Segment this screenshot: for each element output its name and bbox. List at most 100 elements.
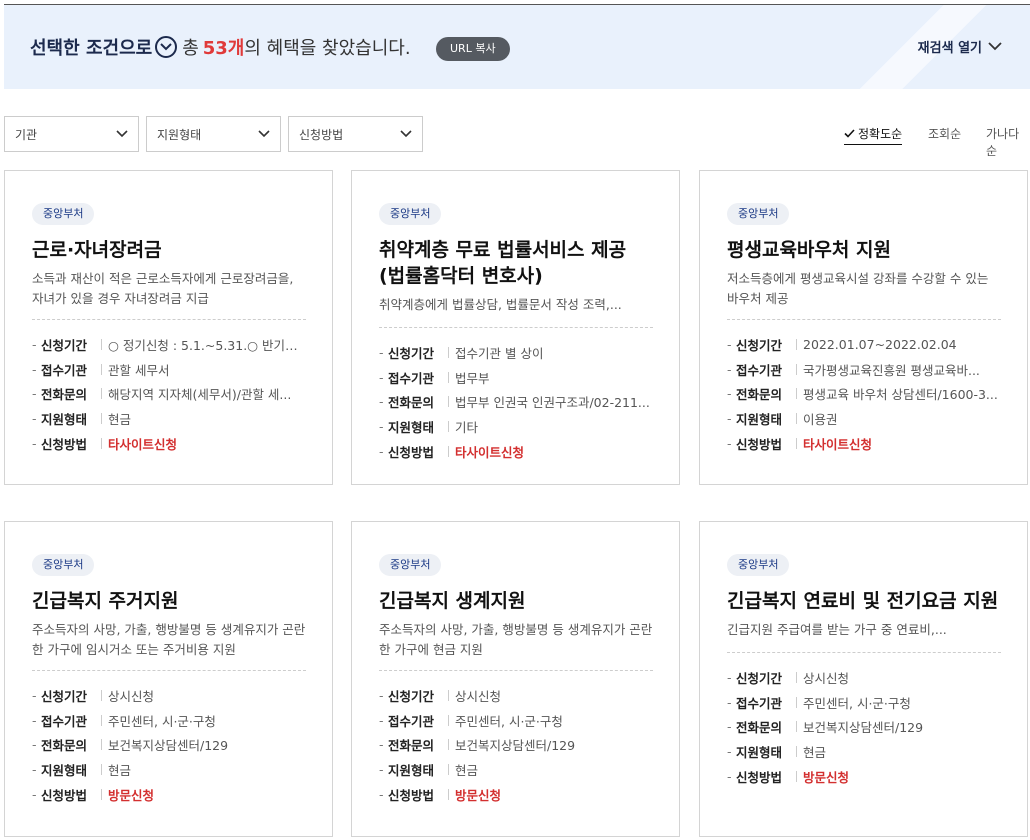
filter-select-support-type[interactable]: 지원형태 <box>146 116 281 152</box>
info-label: 접수기관 <box>41 362 88 378</box>
info-label: 지원형태 <box>388 763 435 779</box>
bullet-dash: - <box>727 336 732 352</box>
info-label: 전화문의 <box>388 395 435 411</box>
bullet-dash: - <box>727 386 732 402</box>
info-value: 관할 세무서 <box>108 362 170 378</box>
research-toggle-button[interactable]: 재검색 열기 <box>918 37 1002 56</box>
summary-lead: 선택한 조건으로 <box>30 38 153 59</box>
card-divider <box>379 327 653 328</box>
separator <box>101 689 102 701</box>
card-title: 긴급복지 주거지원 <box>32 590 179 612</box>
separator <box>448 789 449 801</box>
info-value: 방문신청 <box>108 788 155 804</box>
info-row: - 전화문의 해당지역 지자체(세무서)/관할 세... <box>32 382 306 407</box>
info-row: - 신청기간 2022.01.07~2022.02.04 <box>727 332 1001 357</box>
benefit-card[interactable]: 중앙부처 평생교육바우처 지원 저소득층에게 평생교육시설 강좌를 수강할 수 있는… <box>699 170 1028 485</box>
info-row: - 접수기관 국가평생교육진흥원 평생교육바... <box>727 357 1001 382</box>
info-row: - 전화문의 법무부 인권국 인권구조과/02-211... <box>379 390 653 415</box>
info-label: 신청방법 <box>388 445 435 461</box>
card-divider <box>32 319 306 320</box>
info-value: 접수기관 별 상이 <box>455 345 544 361</box>
sort-label: 가나다순 <box>986 127 1020 158</box>
info-label: 접수기관 <box>388 370 435 386</box>
bullet-dash: - <box>727 744 732 760</box>
info-row: - 접수기관 주민센터, 시·군·구청 <box>727 690 1001 715</box>
info-value: 현금 <box>108 412 132 428</box>
info-label: 전화문의 <box>41 738 88 754</box>
benefit-card[interactable]: 중앙부처 긴급복지 연료비 및 전기요금 지원 긴급지원 주급여를 받는 가구 중 … <box>699 521 1028 837</box>
separator <box>101 338 102 350</box>
bullet-dash: - <box>727 669 732 685</box>
info-label: 신청기간 <box>388 688 435 704</box>
category-badge: 중앙부처 <box>379 203 442 225</box>
info-row: - 전화문의 보건복지상담센터/129 <box>727 715 1001 740</box>
benefit-card[interactable]: 중앙부처 취약계층 무료 법률서비스 제공 (법률홈닥터 변호사) 취약계층에게 법… <box>351 170 680 485</box>
chevron-down-icon <box>116 130 128 138</box>
bullet-dash: - <box>727 361 732 377</box>
sort-label: 조회순 <box>928 127 962 141</box>
benefit-card[interactable]: 중앙부처 긴급복지 생계지원 주소득자의 사망, 가출, 행방불명 등 생계유지가 … <box>351 521 680 837</box>
info-value: 보건복지상담센터/129 <box>803 720 924 736</box>
info-value: 해당지역 지자체(세무서)/관할 세... <box>108 387 292 403</box>
info-value: 2022.01.07~2022.02.04 <box>803 336 957 352</box>
bullet-dash: - <box>32 436 37 452</box>
bullet-dash: - <box>32 687 37 703</box>
card-title: 긴급복지 연료비 및 전기요금 지원 <box>727 590 999 612</box>
bullet-dash: - <box>379 444 384 460</box>
info-row: - 지원형태 기타 <box>379 414 653 439</box>
info-row: - 지원형태 이용권 <box>727 406 1001 431</box>
info-row: - 지원형태 현금 <box>32 757 306 782</box>
card-description: 주소득자의 사망, 가출, 행방불명 등 생계유지가 곤란한 가구에 임시거소 … <box>32 622 306 657</box>
bullet-dash: - <box>379 712 384 728</box>
card-info-list: - 신청기간 상시신청 - 접수기관 주민센터, 시·군·구청 - 전화문의 보… <box>727 665 1001 789</box>
separator <box>101 739 102 751</box>
filter-label: 신청방법 <box>299 127 344 142</box>
separator <box>101 764 102 776</box>
benefit-card[interactable]: 중앙부처 긴급복지 주거지원 주소득자의 사망, 가출, 행방불명 등 생계유지가 … <box>4 521 333 837</box>
info-value: 상시신청 <box>108 688 155 704</box>
research-label: 재검색 열기 <box>917 41 982 56</box>
benefit-card[interactable]: 중앙부처 근로·자녀장려금 소득과 재산이 적은 근로소득자에게 근로장려금을, 자… <box>4 170 333 485</box>
info-value: 평생교육 바우처 상담센터/1600-3... <box>803 387 998 403</box>
info-value: 법무부 <box>455 370 490 386</box>
info-label: 지원형태 <box>41 412 88 428</box>
info-label: 신청방법 <box>736 770 783 786</box>
separator <box>448 396 449 408</box>
separator <box>796 671 797 683</box>
chevron-down-circle-icon[interactable] <box>155 36 178 58</box>
info-row: - 전화문의 평생교육 바우처 상담센터/1600-3... <box>727 382 1001 407</box>
card-description: 취약계층에게 법률상담, 법률문서 작성 조력,... <box>379 297 622 312</box>
info-row: - 신청기간 상시신청 <box>727 665 1001 690</box>
category-badge: 중앙부처 <box>727 203 790 225</box>
card-divider <box>32 670 306 671</box>
separator <box>796 338 797 350</box>
filter-select-agency[interactable]: 기관 <box>4 116 139 152</box>
info-value: 상시신청 <box>803 670 850 686</box>
info-row: - 신청방법 방문신청 <box>32 782 306 807</box>
card-title: 긴급복지 생계지원 <box>379 590 526 612</box>
sort-option-alphabetical[interactable]: 가나다순 <box>986 125 1030 159</box>
info-row: - 신청기간 ○ 정기신청 : 5.1.~5.31.○ 반기신... <box>32 332 306 357</box>
filter-select-apply-method[interactable]: 신청방법 <box>288 116 423 152</box>
bullet-dash: - <box>379 369 384 385</box>
info-value: 이용권 <box>803 412 838 428</box>
bullet-dash: - <box>379 737 384 753</box>
info-value: 국가평생교육진흥원 평생교육바... <box>803 362 980 378</box>
info-row: - 신청기간 접수기관 별 상이 <box>379 340 653 365</box>
sort-option-accuracy[interactable]: 정확도순 <box>844 125 903 145</box>
info-label: 전화문의 <box>388 738 435 754</box>
url-copy-button[interactable]: URL 복사 <box>436 37 510 61</box>
card-info-list: - 신청기간 2022.01.07~2022.02.04 - 접수기관 국가평생… <box>727 332 1001 456</box>
bullet-dash: - <box>727 436 732 452</box>
info-label: 전화문의 <box>736 387 783 403</box>
sort-option-views[interactable]: 조회순 <box>928 125 961 142</box>
info-value: 법무부 인권국 인권구조과/02-211... <box>455 395 650 411</box>
separator <box>796 696 797 708</box>
card-divider <box>727 319 1001 320</box>
card-info-list: - 신청기간 상시신청 - 접수기관 주민센터, 시·군·구청 - 전화문의 보… <box>32 683 306 807</box>
info-label: 지원형태 <box>736 745 783 761</box>
category-badge: 중앙부처 <box>32 203 95 225</box>
info-row: - 접수기관 주민센터, 시·군·구청 <box>32 708 306 733</box>
info-label: 전화문의 <box>736 720 783 736</box>
separator <box>448 346 449 358</box>
